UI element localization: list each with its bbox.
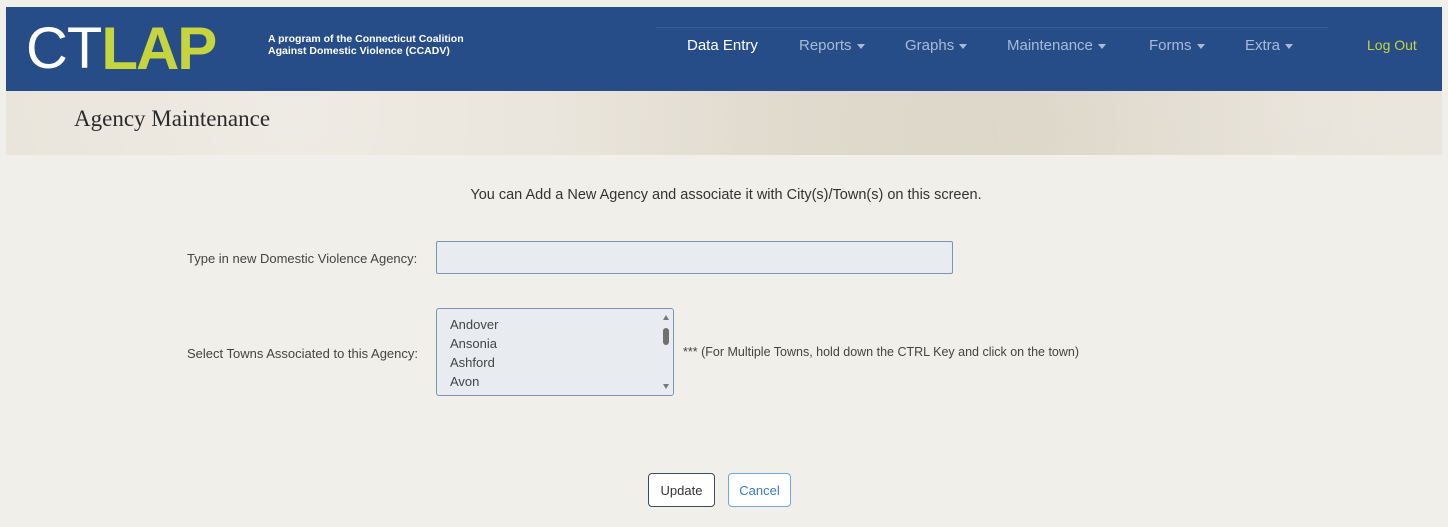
nav-maintenance-label: Maintenance <box>1007 37 1093 54</box>
town-option[interactable]: Ashford <box>450 355 495 370</box>
towns-hint: *** (For Multiple Towns, hold down the C… <box>683 345 1080 359</box>
nav-forms[interactable]: Forms <box>1149 37 1205 54</box>
town-option[interactable]: Ansonia <box>450 336 497 351</box>
town-option[interactable]: Avon <box>450 374 479 389</box>
agency-name-input[interactable] <box>436 241 953 274</box>
nav-data-entry-label: Data Entry <box>687 37 758 54</box>
nav-extra[interactable]: Extra <box>1245 37 1294 54</box>
tagline-line-1: A program of the Connecticut Coalition <box>268 33 464 45</box>
update-button[interactable]: Update <box>648 473 715 507</box>
scroll-down-arrow-icon[interactable] <box>663 384 669 389</box>
tagline-line-2: Against Domestic Violence (CCADV) <box>268 45 450 57</box>
nav-divider <box>656 27 1328 28</box>
nav-graphs[interactable]: Graphs <box>905 37 968 54</box>
chevron-down-icon <box>1097 43 1106 49</box>
intro-text: You can Add a New Agency and associate i… <box>470 187 982 203</box>
towns-scrollbar[interactable] <box>660 309 673 395</box>
chevron-down-icon <box>1196 43 1205 49</box>
nav-reports[interactable]: Reports <box>799 37 865 54</box>
logo-ct-text: CT <box>26 16 102 81</box>
chevron-down-icon <box>959 43 968 49</box>
ctlap-logo[interactable]: CT LAP <box>26 15 217 82</box>
nav-data-entry[interactable]: Data Entry <box>687 37 758 54</box>
cancel-button[interactable]: Cancel <box>728 473 791 507</box>
chevron-down-icon <box>856 43 865 49</box>
towns-label: Select Towns Associated to this Agency: <box>187 346 419 361</box>
nav-forms-label: Forms <box>1149 37 1192 54</box>
top-navbar: CT LAP A program of the Connecticut Coali… <box>6 7 1442 91</box>
nav-extra-label: Extra <box>1245 37 1281 54</box>
town-option[interactable]: Andover <box>450 317 498 332</box>
nav-graphs-label: Graphs <box>905 37 955 54</box>
page-title: Agency Maintenance <box>74 106 271 131</box>
agency-name-label: Type in new Domestic Violence Agency: <box>187 251 418 266</box>
scroll-thumb[interactable] <box>663 328 669 345</box>
logout-link[interactable]: Log Out <box>1367 37 1417 53</box>
brand-tagline: A program of the Connecticut Coalition A… <box>268 33 478 57</box>
towns-listbox[interactable]: Andover Ansonia Ashford Avon <box>436 308 674 396</box>
scroll-up-arrow-icon[interactable] <box>663 315 669 320</box>
logo-lap-text: LAP <box>101 15 217 82</box>
nav-maintenance[interactable]: Maintenance <box>1007 37 1106 54</box>
chevron-down-icon <box>1285 43 1294 49</box>
nav-reports-label: Reports <box>799 37 852 54</box>
